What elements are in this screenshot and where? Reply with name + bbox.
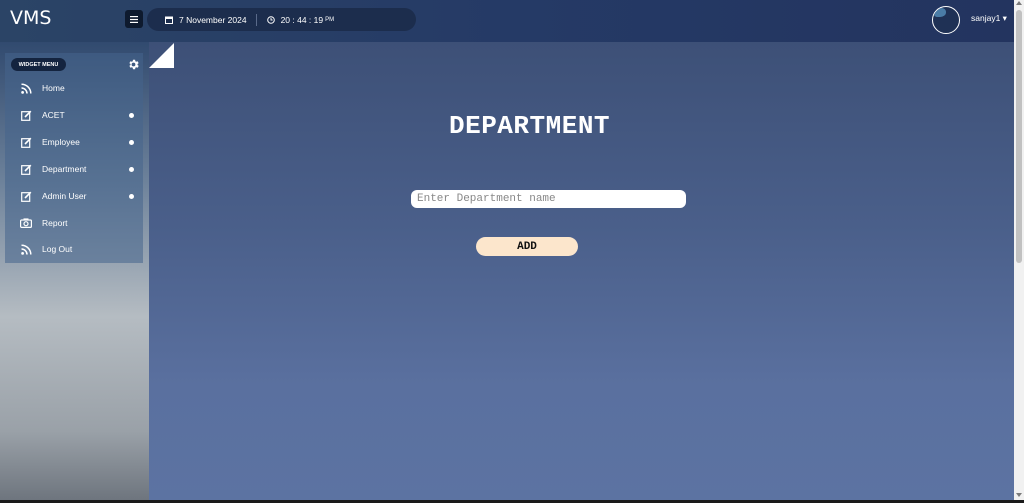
- avatar-image: [934, 8, 946, 17]
- camera-icon: [20, 217, 32, 229]
- date-text: 7 November 2024: [179, 14, 247, 25]
- department-name-input[interactable]: [411, 190, 686, 208]
- corner-fold-decoration: [149, 43, 174, 68]
- sidebar-item-label: Report: [42, 218, 68, 228]
- sidebar-item-label: Log Out: [42, 244, 73, 254]
- time-display: 20 : 44 : 19 PM: [266, 14, 335, 25]
- datetime-pill: 7 November 2024 20 : 44 : 19 PM: [147, 8, 416, 31]
- sidebar-item-label: Employee: [42, 137, 80, 147]
- calendar-icon: [165, 16, 173, 24]
- sidebar-item-report[interactable]: Report: [5, 212, 143, 234]
- add-button[interactable]: ADD: [476, 237, 578, 256]
- sidebar-item-home[interactable]: Home: [5, 77, 143, 99]
- time-text: 20 : 44 : 19: [280, 14, 324, 25]
- sidebar-item-label: Admin User: [42, 191, 87, 201]
- sidebar-item-employee[interactable]: Employee: [5, 131, 143, 153]
- scroll-down-arrow[interactable]: [1016, 493, 1022, 497]
- sidebar-item-department[interactable]: Department: [5, 158, 143, 180]
- ampm-text: PM: [325, 16, 335, 23]
- sidebar-item-label: Home: [42, 83, 65, 93]
- edit-icon: [20, 136, 32, 148]
- date-display: 7 November 2024: [165, 15, 247, 25]
- gear-icon[interactable]: [127, 58, 140, 71]
- avatar[interactable]: [932, 6, 960, 34]
- submenu-dot: [129, 112, 134, 118]
- scrollbar-thumb[interactable]: [1016, 10, 1022, 263]
- sidebar-item-acet[interactable]: ACET: [5, 104, 143, 126]
- page-title: DEPARTMENT: [449, 111, 611, 141]
- hamburger-icon: [130, 15, 138, 23]
- sidebar-item-log-out[interactable]: Log Out: [5, 238, 143, 260]
- app-title[interactable]: VMS: [10, 7, 51, 29]
- rss-icon: [20, 243, 32, 255]
- sidebar-item-label: ACET: [42, 110, 65, 120]
- widget-menu-label: WIDGET MENU: [11, 58, 66, 71]
- rss-icon: [20, 82, 32, 94]
- user-menu[interactable]: sanjay1 ▾: [971, 13, 1007, 24]
- menu-toggle-button[interactable]: [125, 10, 143, 28]
- scroll-up-arrow[interactable]: [1016, 1, 1022, 5]
- edit-icon: [20, 190, 32, 202]
- submenu-dot: [129, 139, 134, 145]
- sidebar-item-label: Department: [42, 164, 87, 174]
- submenu-dot: [129, 193, 134, 199]
- edit-icon: [20, 109, 32, 121]
- edit-icon: [20, 163, 32, 175]
- submenu-dot: [129, 166, 134, 172]
- sidebar-item-admin-user[interactable]: Admin User: [5, 185, 143, 207]
- clock-icon: [266, 15, 275, 24]
- datetime-divider: [255, 13, 257, 26]
